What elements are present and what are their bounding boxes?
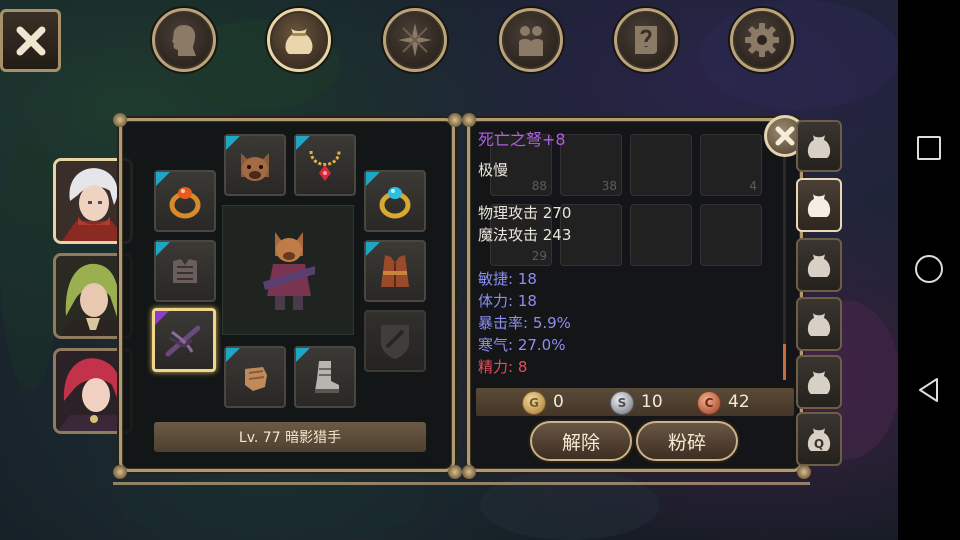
rarity-marker: [366, 242, 380, 256]
equip-slot-ring-left[interactable]: [154, 170, 216, 232]
physical-attack: 物理攻击 270: [478, 204, 572, 222]
stat-stamina: 体力: 18: [478, 292, 537, 310]
unequip-button[interactable]: 解除: [530, 421, 632, 461]
attack-speed: 极慢: [478, 161, 509, 179]
panel-corner-ornament: [448, 465, 462, 479]
character-preview-area: [222, 205, 354, 335]
bag-icon: [285, 28, 313, 54]
character-level-label: Lv. 77 暗影猎手: [154, 422, 426, 452]
scrollbar-thumb[interactable]: [783, 344, 786, 380]
bag-tab-4[interactable]: [796, 297, 842, 351]
bag-tab-1[interactable]: [796, 120, 842, 172]
head-silhouette-icon: [172, 25, 196, 56]
bg-tree: [0, 130, 60, 390]
coin-letter: S: [617, 396, 627, 410]
item-count: 38: [601, 179, 617, 193]
item-count: 88: [531, 179, 547, 193]
panel-corner-ornament: [448, 113, 462, 127]
copper-coin-icon: C: [697, 391, 721, 415]
close-x-icon: [16, 26, 45, 55]
bag-icon: [807, 371, 831, 394]
copper-amount: 42: [728, 392, 750, 412]
bag-tab-5[interactable]: [796, 355, 842, 409]
rarity-marker: [296, 136, 310, 150]
bag-tab-quest[interactable]: Q: [796, 412, 842, 466]
gear-icon: [745, 23, 779, 57]
tab-inventory[interactable]: [267, 8, 331, 72]
equip-slot-weapon[interactable]: [152, 308, 216, 372]
close-button[interactable]: [0, 9, 61, 72]
tab-character[interactable]: [152, 8, 216, 72]
bag-tab-2[interactable]: [796, 178, 842, 232]
gold-coin-icon: G: [522, 391, 546, 415]
silver-amount: 10: [641, 392, 663, 412]
bag-icon: [807, 313, 831, 336]
bottom-divider: [113, 482, 810, 485]
inventory-slot: 4: [700, 134, 762, 196]
rarity-marker: [226, 348, 240, 362]
tab-settings[interactable]: [730, 8, 794, 72]
back-button[interactable]: [915, 376, 943, 404]
silver-coin-icon: S: [610, 391, 634, 415]
bag-icon: [807, 194, 831, 217]
equip-slot-chest[interactable]: [364, 240, 426, 302]
equip-slot-ring-right[interactable]: [364, 170, 426, 232]
panel-corner-ornament: [462, 113, 476, 127]
equip-slot-offhand[interactable]: [364, 310, 426, 372]
rarity-marker: [226, 136, 240, 150]
rarity-marker: [155, 311, 169, 325]
panel-corner-ornament: [113, 465, 127, 479]
equip-slot-necklace[interactable]: [294, 134, 356, 196]
bg-tree: [700, 0, 898, 110]
panel-corner-ornament: [797, 465, 811, 479]
tab-quests[interactable]: [614, 8, 678, 72]
inventory-slot: 38: [560, 134, 622, 196]
tab-skills[interactable]: [383, 8, 447, 72]
item-count: 4: [749, 179, 757, 193]
rarity-marker: [296, 348, 310, 362]
item-count: 29: [531, 249, 547, 263]
rarity-marker: [156, 172, 170, 186]
scroll-icon: [635, 26, 657, 54]
coin-letter: C: [704, 396, 714, 410]
equip-slot-shoulders[interactable]: [154, 240, 216, 302]
equip-slot-gloves[interactable]: [224, 346, 286, 408]
stat-crit-rate: 暴击率: 5.9%: [478, 314, 571, 332]
shield-placeholder-icon: [381, 325, 409, 359]
tab-party[interactable]: [499, 8, 563, 72]
bag-icon: [807, 254, 831, 277]
panel-corner-ornament: [113, 113, 127, 127]
magic-attack: 魔法攻击 243: [478, 226, 572, 244]
people-icon: [519, 26, 543, 56]
item-name: 死亡之弩+8: [478, 130, 566, 149]
quest-bag-icon: Q: [807, 428, 831, 451]
stat-agility: 敏捷: 18: [478, 270, 537, 288]
character-sprite: [263, 232, 315, 310]
stat-energy: 精力: 8: [478, 358, 528, 376]
compass-star-icon: [398, 23, 432, 57]
panel-corner-ornament: [462, 465, 476, 479]
game-view: Lv. 77 暗影猎手 88 38 4 29 死亡之弩+8 极慢 物理攻击 27…: [0, 0, 898, 540]
coin-letter: G: [529, 396, 539, 410]
rarity-marker: [156, 242, 170, 256]
bg-tree: [120, 480, 420, 540]
inventory-slot: [630, 134, 692, 196]
bag-icon: [807, 135, 831, 158]
inventory-slot: [630, 204, 692, 266]
inventory-slot: [700, 204, 762, 266]
system-nav-bar: [898, 0, 960, 540]
equip-slot-boots[interactable]: [294, 346, 356, 408]
shatter-button[interactable]: 粉碎: [636, 421, 738, 461]
gold-amount: 0: [553, 392, 564, 412]
bag-tab-3[interactable]: [796, 238, 842, 292]
bg-tree: [480, 470, 660, 540]
close-x-icon: [775, 126, 795, 146]
home-button[interactable]: [915, 255, 943, 283]
quest-bag-label: Q: [814, 437, 824, 451]
stat-frost: 寒气: 27.0%: [478, 336, 566, 354]
recent-apps-button[interactable]: [917, 136, 941, 160]
rarity-marker: [366, 172, 380, 186]
equip-slot-helmet[interactable]: [224, 134, 286, 196]
